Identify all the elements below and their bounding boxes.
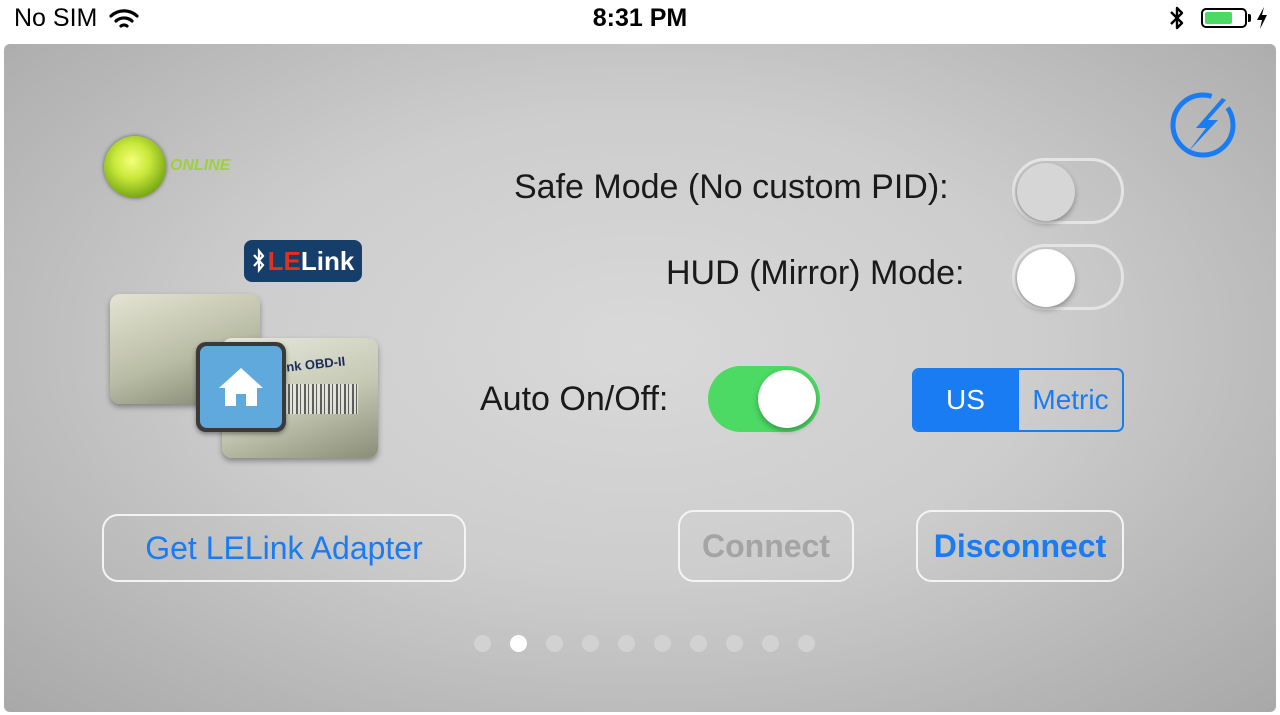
status-bar: No SIM 8:31 PM [0,0,1280,40]
bluetooth-icon [1170,6,1184,30]
page-dot[interactable] [762,635,779,652]
page-indicator[interactable] [474,635,834,652]
units-segmented-control: US Metric [912,368,1124,432]
logo-prefix: LE [267,245,301,276]
units-metric-option[interactable]: Metric [1017,370,1122,430]
connect-button[interactable]: Connect [678,510,854,582]
home-button-face [200,346,282,428]
status-right [1167,4,1268,32]
safe-mode-switch[interactable] [1012,158,1124,224]
settings-panel: ONLINE LE Link LELink OBD-II Safe Mode (… [4,44,1276,712]
disconnect-button[interactable]: Disconnect [916,510,1124,582]
safe-mode-label: Safe Mode (No custom PID): [514,168,949,206]
status-led [104,136,166,198]
battery-icon [1201,8,1247,28]
safe-mode-knob [1017,163,1075,221]
auto-on-off-label: Auto On/Off: [480,380,669,418]
lelink-logo: LE Link [244,240,362,282]
battery-cap [1248,14,1251,22]
page-dot[interactable] [726,635,743,652]
hud-mode-label: HUD (Mirror) Mode: [666,254,965,292]
page-dot[interactable] [546,635,563,652]
clock: 8:31 PM [592,4,688,32]
charging-bolt-icon [1257,7,1267,29]
bluetooth-logo-icon [252,248,265,274]
battery-level [1205,12,1232,24]
page-dot[interactable] [510,635,527,652]
page-dot[interactable] [798,635,815,652]
page-dot[interactable] [618,635,635,652]
adapter-image: LE Link LELink OBD-II [104,234,384,464]
page-dot[interactable] [474,635,491,652]
units-us-option[interactable]: US [914,370,1017,430]
hud-mode-knob [1017,249,1075,307]
auto-on-off-switch[interactable] [708,366,820,432]
page-dot[interactable] [654,635,671,652]
connection-status-text: ONLINE [170,157,231,174]
app-logo-icon[interactable] [1166,88,1240,162]
page-dot[interactable] [690,635,707,652]
logo-suffix: Link [300,245,355,276]
home-button[interactable] [196,342,286,432]
hud-mode-switch[interactable] [1012,244,1124,310]
home-icon [219,368,263,406]
get-adapter-button[interactable]: Get LELink Adapter [102,514,466,582]
auto-on-off-knob [758,370,816,428]
page-dot[interactable] [582,635,599,652]
